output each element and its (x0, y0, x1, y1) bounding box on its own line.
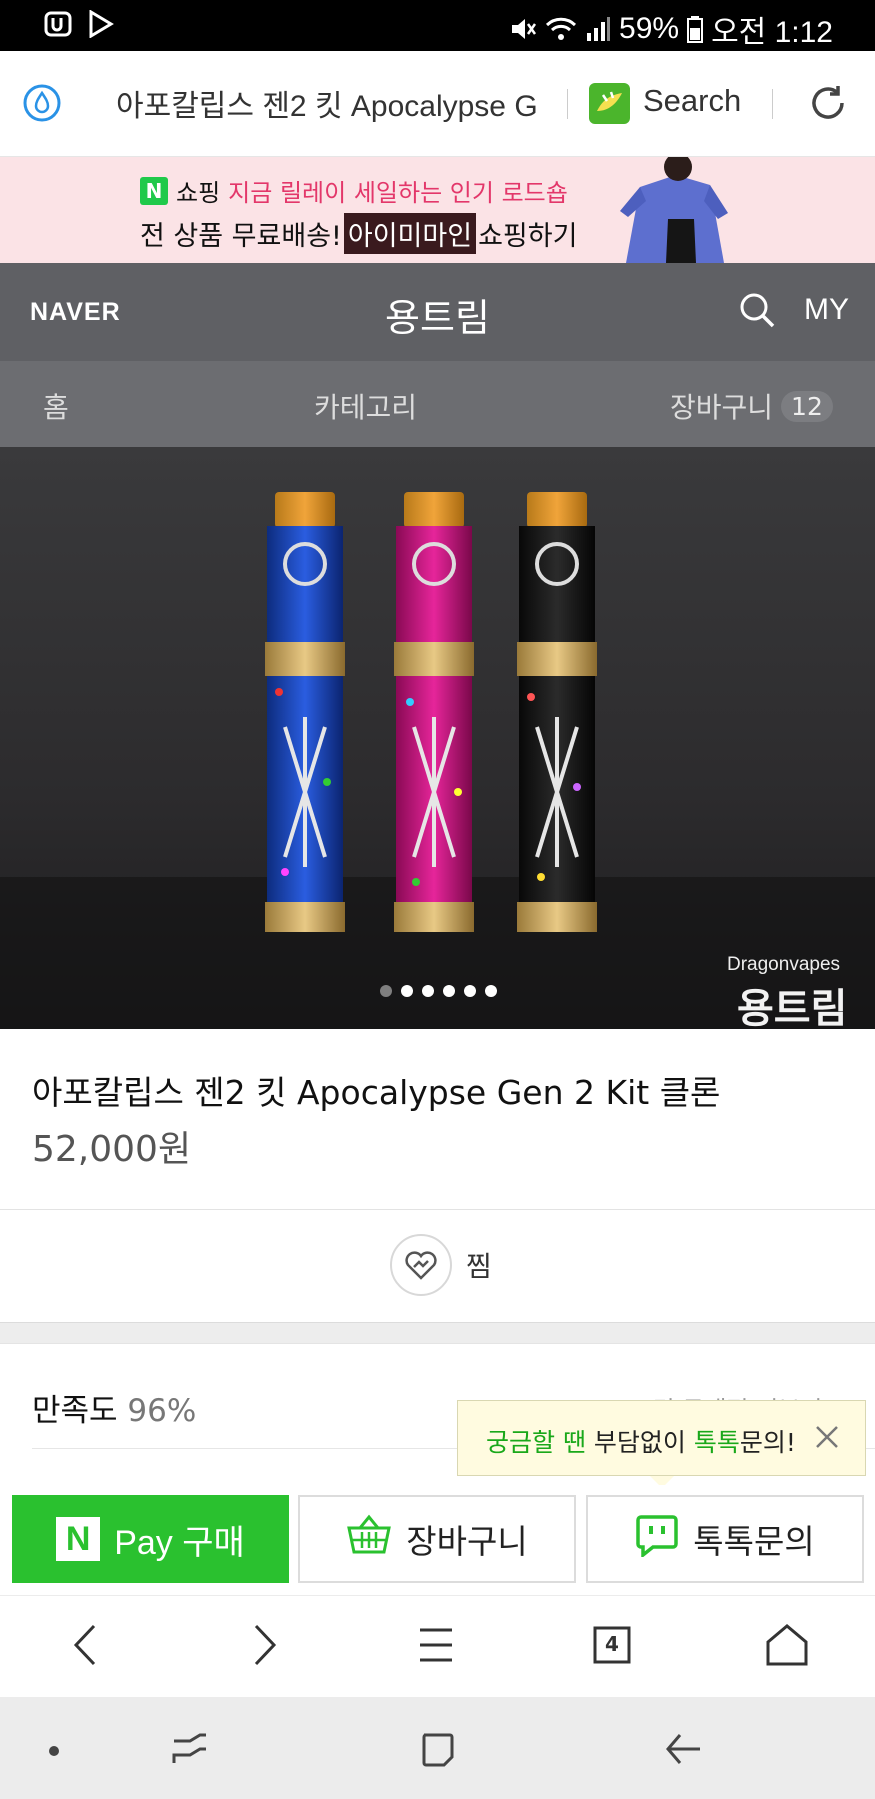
forward-icon[interactable] (248, 1622, 280, 1672)
tooltip-text: 궁금할 땐 부담없이 톡톡문의! (486, 1423, 796, 1459)
pager-dot[interactable] (422, 985, 434, 997)
wifi-icon (545, 15, 577, 43)
divider (0, 1209, 875, 1210)
product-title: 아포칼립스 젠2 킷 Apocalypse Gen 2 Kit 클론 (32, 1073, 721, 1112)
pager-dot[interactable] (380, 985, 392, 997)
divider (567, 89, 568, 119)
talk-label: 톡톡문의 (693, 1522, 815, 1561)
image-pager[interactable] (380, 985, 497, 997)
refresh-icon[interactable] (806, 81, 850, 129)
product-image[interactable] (0, 447, 875, 1029)
search-app-icon[interactable] (589, 83, 630, 124)
tooltip-part-1: 궁금할 땐 (486, 1428, 586, 1457)
pager-dot[interactable] (401, 985, 413, 997)
pay-label: Pay 구매 (114, 1523, 245, 1562)
home-system-icon[interactable] (418, 1731, 456, 1773)
cart-label: 장바구니 (406, 1522, 528, 1561)
battery-percent: 59% (619, 12, 680, 45)
search-icon[interactable] (738, 291, 776, 333)
divider (772, 89, 773, 119)
recent-apps-icon[interactable] (170, 1731, 210, 1771)
tabs-button[interactable]: 4 (592, 1622, 632, 1672)
pager-dot[interactable] (464, 985, 476, 997)
status-bar: 59% 오전 1:12 (0, 0, 875, 51)
basket-icon (346, 1514, 392, 1564)
naver-n-icon: N (56, 1517, 101, 1561)
play-store-icon (88, 10, 114, 38)
app-notification-icon (44, 10, 74, 38)
tabs-count: 4 (605, 1632, 619, 1656)
close-icon[interactable] (813, 1423, 841, 1457)
mute-icon (509, 15, 537, 43)
ad-free-shipping: 전 상품 무료배송! (140, 221, 342, 252)
talk-inquiry-button[interactable]: 톡톡문의 (586, 1495, 864, 1583)
battery-icon (687, 15, 704, 43)
talk-inquiry-tooltip: 궁금할 땐 부담없이 톡톡문의! (457, 1400, 866, 1488)
ad-brand: 아이미마인 (343, 213, 477, 254)
ad-line-2: 전 상품 무료배송! 아이미마인 쇼핑하기 (140, 213, 577, 254)
menu-icon[interactable] (418, 1622, 454, 1672)
satisfaction-value: 96% (127, 1393, 197, 1429)
product-price: 52,000원 (32, 1129, 192, 1170)
naver-pay-button[interactable]: N Pay 구매 (12, 1495, 289, 1583)
ad-model-image (620, 157, 728, 263)
naver-shopping-badge: N (140, 176, 168, 205)
talktalk-icon (635, 1513, 679, 1565)
pager-dot[interactable] (443, 985, 455, 997)
ad-shop-label: 쇼핑 (176, 179, 221, 207)
dot-icon[interactable] (48, 1742, 60, 1761)
back-icon[interactable] (70, 1622, 102, 1672)
pager-dot[interactable] (485, 985, 497, 997)
tooltip-part-2: 부담없이 (585, 1428, 694, 1457)
system-navigation-bar (0, 1697, 875, 1799)
tooltip-part-3: 톡톡 (693, 1428, 740, 1457)
page-title-field[interactable]: 아포칼립스 젠2 킷 Apocalypse G (116, 81, 546, 125)
browser-toolbar: 4 (0, 1595, 875, 1697)
vape-mods-illustration (0, 492, 875, 1029)
ad-cta: 쇼핑하기 (478, 221, 578, 252)
my-button[interactable]: MY (804, 293, 849, 327)
image-watermark-top: Dragonvapes (727, 954, 841, 975)
ad-line-1: N 쇼핑 지금 릴레이 세일하는 인기 로드숍 (140, 173, 568, 208)
ad-banner[interactable]: N 쇼핑 지금 릴레이 세일하는 인기 로드숍 전 상품 무료배송! 아이미마인… (0, 157, 875, 263)
ad-headline: 지금 릴레이 세일하는 인기 로드숍 (228, 179, 568, 207)
browser-drop-icon[interactable] (22, 83, 62, 127)
satisfaction-label: 만족도 (32, 1393, 118, 1429)
clock: 오전 1:12 (711, 16, 833, 49)
nav-cart[interactable]: 장바구니 12 (670, 386, 833, 426)
store-subnav: 홈 카테고리 장바구니 12 (0, 361, 875, 447)
cart-count-badge: 12 (781, 390, 833, 422)
home-icon[interactable] (764, 1622, 810, 1672)
nav-cart-label: 장바구니 (670, 391, 774, 424)
nav-category[interactable]: 카테고리 (314, 386, 417, 426)
zzim-label: 찜 (466, 1250, 492, 1283)
section-separator (0, 1322, 875, 1344)
satisfaction: 만족도 96% (32, 1385, 196, 1430)
purchase-actions: N Pay 구매 장바구니 톡톡문의 (0, 1485, 875, 1595)
heart-icon (390, 1234, 452, 1296)
signal-icon (585, 15, 611, 43)
browser-address-bar: 아포칼립스 젠2 킷 Apocalypse G Search (0, 51, 875, 157)
zzim-button[interactable]: 찜 (390, 1234, 492, 1296)
add-to-cart-button[interactable]: 장바구니 (298, 1495, 576, 1583)
image-watermark-bottom: 용트림 (737, 986, 848, 1032)
system-back-icon[interactable] (664, 1731, 702, 1771)
nav-home[interactable]: 홈 (43, 386, 69, 426)
store-header: NAVER 용트림 MY (0, 263, 875, 361)
search-button[interactable]: Search (643, 83, 741, 119)
tooltip-part-4: 문의! (739, 1428, 796, 1457)
